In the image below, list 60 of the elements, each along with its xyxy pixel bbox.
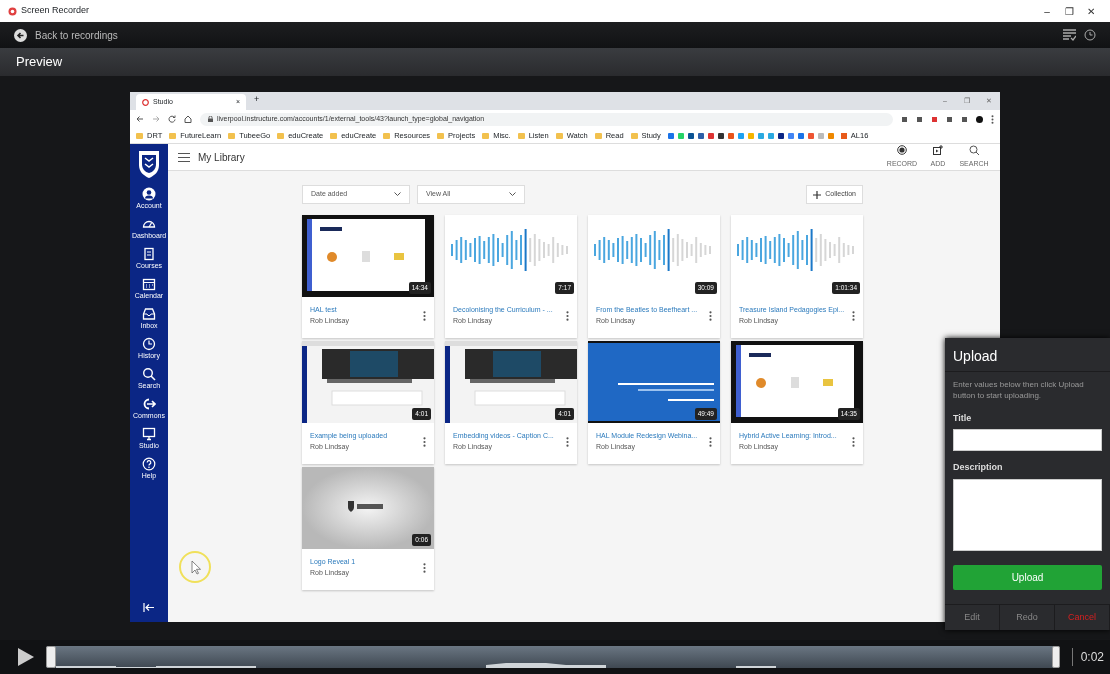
plus-icon [813,190,822,199]
window-control-button[interactable]: ✕ [1080,3,1102,19]
more-options-icon[interactable] [709,436,712,447]
more-options-icon[interactable] [852,310,855,321]
play-icon[interactable] [18,648,34,666]
reload-icon[interactable] [168,115,176,123]
home-icon[interactable] [184,115,192,123]
more-options-icon[interactable] [566,310,569,321]
avatar-icon[interactable] [976,115,983,123]
cursor-highlight-drawing [178,550,212,584]
history-icon[interactable] [1084,29,1096,41]
more-options-icon[interactable] [423,310,426,321]
search-icon [142,366,156,381]
back-arrow-icon[interactable] [136,115,144,123]
more-options-icon[interactable] [852,436,855,447]
more-options-icon[interactable] [566,436,569,447]
chevron-down-icon [394,192,401,197]
chevron-down-icon [509,192,516,197]
add-video-icon [933,144,943,155]
panel-title: Upload [945,338,1110,372]
time-label: 0:02 [1071,648,1104,666]
arrow-icon [142,396,156,411]
field-label: Title [952,411,973,425]
more-options-icon[interactable] [423,562,426,573]
instruction-text: Enter values below then click Upload button to start uploading. [952,379,1085,402]
record-icon [897,144,907,155]
more-options-icon[interactable] [991,114,994,124]
panel-action-button[interactable]: Redo [1000,605,1055,630]
search-icon [969,144,979,155]
description-input-field[interactable] [953,478,1102,551]
window-title: Screen Recorder [21,4,90,18]
section-title: Preview [0,48,1110,76]
lock-icon [208,116,213,122]
menu-icon[interactable] [178,152,190,162]
more-options-icon[interactable] [423,436,426,447]
trim-handle[interactable] [1051,646,1060,668]
checklist-icon[interactable] [1063,29,1076,41]
collapse-icon[interactable] [143,603,155,612]
back-link[interactable]: Back to recordings [14,27,118,43]
more-options-icon[interactable] [709,310,712,321]
title-input-field[interactable] [953,429,1102,452]
new-tab-button[interactable]: + [254,92,260,106]
page-title: My Library [198,150,245,165]
window-control-button[interactable]: – [1036,3,1058,19]
window-control-button[interactable]: ❐ [1058,3,1080,19]
record-icon [8,6,17,16]
user-icon [142,186,156,201]
trim-handle[interactable] [46,646,56,668]
field-label: Description [952,461,1004,475]
timeline-track[interactable] [46,646,1060,668]
book-icon [142,246,156,261]
panel-action-button[interactable]: Edit [945,605,1000,630]
back-arrow-icon[interactable] [14,28,27,42]
clock-icon [142,336,156,351]
inbox-icon [142,306,156,321]
calendar-icon [142,276,156,291]
shield-logo-icon [138,150,160,178]
ring-icon [142,98,149,106]
monitor-icon [142,426,156,441]
help-icon [142,456,156,471]
